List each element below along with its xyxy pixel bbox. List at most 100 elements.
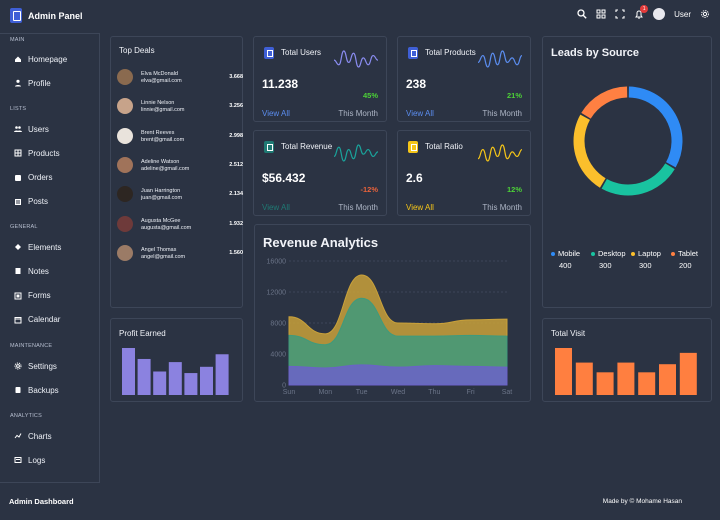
notes-icon	[15, 268, 21, 275]
x-tick-label: Mon	[319, 389, 333, 396]
stat-icon	[264, 47, 274, 59]
bar[interactable]	[168, 362, 182, 395]
x-tick-label: Fri	[467, 389, 476, 396]
user-label[interactable]: User	[674, 10, 691, 19]
bar[interactable]	[555, 348, 572, 395]
sidebar-item-label: Forms	[28, 291, 51, 301]
stat-view-all-link[interactable]: View All	[262, 109, 290, 118]
legend-label: Laptop	[638, 249, 661, 258]
legend-dot	[591, 252, 595, 257]
sidebar-item-settings[interactable]: Settings	[14, 360, 57, 372]
area-series-1[interactable]	[288, 364, 508, 386]
deal-value: 2.134	[229, 191, 243, 198]
sidebar-item-label: Backups	[28, 385, 59, 395]
bar[interactable]	[122, 348, 135, 395]
deal-email: adeline@gmail.com	[141, 165, 190, 172]
backups-icon	[15, 387, 21, 394]
sidebar-item-label: Charts	[28, 431, 52, 441]
bar[interactable]	[638, 372, 656, 395]
grid-icon[interactable]	[596, 9, 606, 19]
settings-icon	[14, 362, 22, 370]
sidebar-item-label: Users	[28, 124, 49, 134]
bar[interactable]	[617, 362, 635, 395]
orders-icon	[15, 174, 21, 181]
stat-sparkline	[478, 50, 522, 68]
sidebar-item-products[interactable]: Products	[14, 147, 60, 159]
sidebar-item-calendar[interactable]: Calendar	[14, 314, 60, 326]
stat-icon	[264, 141, 274, 153]
legend-value: 200	[679, 261, 692, 270]
deal-email: juan@gmail.com	[141, 195, 183, 202]
stat-card-total-products: Total Products 238 21% View All This Mon…	[397, 36, 531, 122]
deal-row[interactable]: Elva McDonald elva@gmail.com 3.668	[117, 66, 243, 88]
top-deals-card: Top Deals Elva McDonald elva@gmail.com 3…	[110, 36, 243, 308]
sidebar-item-label: Posts	[28, 197, 49, 207]
sidebar-item-users[interactable]: Users	[14, 123, 49, 135]
visits-card: Total Visit	[542, 318, 712, 402]
deal-row[interactable]: Augusta McGee augusta@gmail.com 1.932	[117, 213, 243, 235]
sidebar-item-notes[interactable]: Notes	[14, 265, 49, 277]
search-icon[interactable]	[577, 9, 587, 19]
sidebar-item-backups[interactable]: Backups	[14, 384, 59, 396]
logo-icon[interactable]	[10, 8, 22, 23]
stat-view-all-link[interactable]: View All	[406, 203, 434, 212]
deal-row[interactable]: Juan Harrington juan@gmail.com 2.134	[117, 183, 243, 205]
sidebar-item-profile[interactable]: Profile	[14, 77, 51, 89]
products-icon	[14, 149, 22, 157]
bar[interactable]	[575, 362, 593, 395]
legend-label: Mobile	[558, 249, 581, 258]
sidebar-item-label: Calendar	[28, 315, 61, 325]
person-icon	[15, 79, 21, 87]
sidebar-section-analytics: ANALYTICS	[10, 413, 42, 419]
bar[interactable]	[596, 372, 614, 395]
stat-icon	[408, 141, 418, 153]
legend-label: Desktop	[598, 249, 626, 258]
sidebar-item-elements[interactable]: Elements	[14, 241, 61, 253]
bar[interactable]	[200, 366, 213, 395]
notifications-button[interactable]: 1	[634, 5, 649, 19]
sidebar-item-orders[interactable]: Orders	[14, 172, 52, 184]
stat-period: This Month	[338, 109, 378, 118]
x-tick-label: Tue	[356, 389, 368, 396]
deal-row[interactable]: Angel Thomas angel@gmail.com 1.560	[117, 242, 243, 264]
bar[interactable]	[137, 358, 151, 395]
settings-icon[interactable]	[700, 9, 710, 19]
x-tick-label: Sun	[283, 389, 296, 396]
deal-row[interactable]: Linnie Nelson linnie@gmail.com 3.256	[117, 95, 243, 117]
profit-bar-chart	[122, 348, 229, 396]
user-avatar[interactable]	[653, 8, 666, 20]
fullscreen-icon[interactable]	[615, 9, 625, 19]
sidebar-item-label: Settings	[28, 361, 57, 371]
stat-value: 238	[406, 77, 427, 91]
sidebar-item-label: Orders	[28, 173, 53, 183]
bar[interactable]	[184, 373, 198, 395]
y-tick-label: 4000	[270, 352, 286, 359]
stat-view-all-link[interactable]: View All	[262, 203, 290, 212]
sidebar-item-label: Profile	[28, 78, 51, 88]
sidebar-section-lists: LISTS	[10, 106, 27, 112]
donut-slice-mobile[interactable]	[628, 86, 683, 168]
deal-row[interactable]: Brent Reeves brent@gmail.com 2.998	[117, 125, 243, 147]
donut-slice-tablet[interactable]	[581, 86, 628, 119]
donut-slice-laptop[interactable]	[573, 114, 606, 188]
sidebar-section-maintenance: MAINTENANCE	[10, 343, 53, 349]
bar[interactable]	[215, 354, 229, 395]
legend-item-tablet: Tablet 200	[671, 249, 711, 270]
sidebar-item-forms[interactable]: Forms	[14, 290, 51, 302]
sidebar-item-charts[interactable]: Charts	[14, 430, 52, 442]
stat-card-total-revenue: Total Revenue $56.432 -12% View All This…	[253, 130, 387, 216]
deal-row[interactable]: Adeline Watson adeline@gmail.com 2.512	[117, 154, 243, 176]
stat-period: This Month	[338, 203, 378, 212]
stat-view-all-link[interactable]: View All	[406, 109, 434, 118]
stat-percent: 21%	[506, 91, 522, 100]
sidebar-item-logs[interactable]: Logs	[14, 454, 45, 466]
sidebar-item-posts[interactable]: Posts	[14, 196, 48, 208]
bar[interactable]	[659, 364, 676, 395]
y-tick-label: 12000	[267, 290, 287, 297]
bar[interactable]	[153, 371, 167, 396]
donut-slice-desktop[interactable]	[601, 163, 675, 196]
sidebar-item-homepage[interactable]: Homepage	[14, 53, 67, 65]
legend-value: 300	[599, 261, 612, 270]
deal-name: Brent Reeves	[141, 129, 175, 136]
bar[interactable]	[679, 352, 697, 395]
